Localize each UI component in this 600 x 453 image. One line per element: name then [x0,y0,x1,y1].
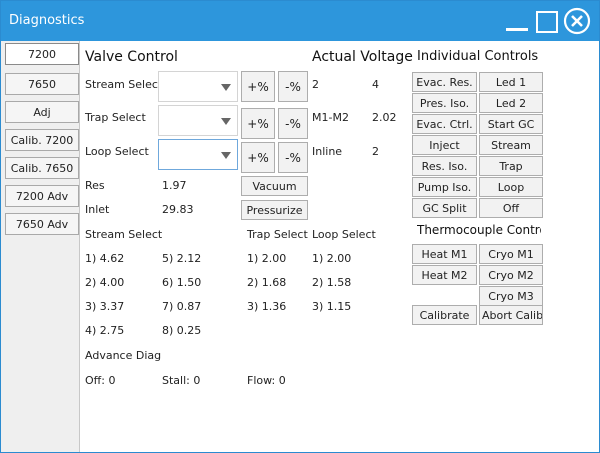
trap-select-label: Trap Select [85,111,146,124]
tab-calib-7200[interactable]: Calib. 7200 [5,129,79,151]
pump-iso-button[interactable]: Pump Iso. [412,177,477,197]
chevron-down-icon [221,118,231,125]
trap-plus-button[interactable]: +% [241,108,275,139]
stream-select-label: Stream Select [85,78,163,91]
voltage-row-value: 2.02 [372,111,397,124]
pres-iso-button[interactable]: Pres. Iso. [412,93,477,113]
loop-select-label: Loop Select [85,145,149,158]
inject-button[interactable]: Inject [412,135,477,155]
stream-value: 5) 2.12 [162,252,202,265]
led-2-button[interactable]: Led 2 [479,93,543,113]
diag-stall-value: Stall: 0 [162,374,201,387]
loop-value: 3) 1.15 [312,300,352,313]
stream-value: 4) 2.75 [85,324,125,337]
stream-select-heading: Stream Select [85,228,163,241]
loop-select-dropdown[interactable] [158,139,238,170]
off-button[interactable]: Off [479,198,543,218]
stream-value: 3) 3.37 [85,300,125,313]
trap-value: 3) 1.36 [247,300,287,313]
tab-7200-adv[interactable]: 7200 Adv [5,185,79,207]
start-gc-button[interactable]: Start GC [479,114,543,134]
res-value: 1.97 [162,179,187,192]
voltage-row-value: 2 [372,145,379,158]
stream-button[interactable]: Stream [479,135,543,155]
tab-7200[interactable]: 7200 [5,43,79,65]
maximize-icon[interactable] [535,7,558,35]
loop-button[interactable]: Loop [479,177,543,197]
stream-value: 2) 4.00 [85,276,125,289]
loop-value: 1) 2.00 [312,252,352,265]
calibrate-button[interactable]: Calibrate [412,305,477,325]
tab-7650-adv[interactable]: 7650 Adv [5,213,79,235]
cryo-m1-button[interactable]: Cryo M1 [479,244,543,264]
loop-plus-button[interactable]: +% [241,142,275,173]
inlet-value: 29.83 [162,203,194,216]
stream-value: 1) 4.62 [85,252,125,265]
heat-m1-button[interactable]: Heat M1 [412,244,477,264]
trap-minus-button[interactable]: -% [278,108,308,139]
heat-m2-button[interactable]: Heat M2 [412,265,477,285]
stream-value: 6) 1.50 [162,276,202,289]
loop-value: 2) 1.58 [312,276,352,289]
cryo-m3-button[interactable]: Cryo M3 [479,286,543,306]
trap-button[interactable]: Trap [479,156,543,176]
voltage-row-label: M1-M2 [312,111,349,124]
tab-adj[interactable]: Adj [5,101,79,123]
close-icon[interactable] [563,7,591,35]
pressurize-button[interactable]: Pressurize [241,200,308,220]
voltage-row-label: 2 [312,78,319,91]
chevron-down-icon [221,84,231,91]
diagnostics-window: Diagnostics 7200 7650 Adj Calib. 7200 Ca… [0,0,600,453]
evac-res-button[interactable]: Evac. Res. [412,72,477,92]
tab-7650[interactable]: 7650 [5,73,79,95]
thermocouple-control-heading: Thermocouple Control [417,223,541,237]
diag-off-value: Off: 0 [85,374,116,387]
advance-diag-heading: Advance Diag [85,349,162,362]
window-title: Diagnostics [9,13,85,28]
stream-value: 8) 0.25 [162,324,202,337]
abort-calibrate-button[interactable]: Abort Calibrate [479,305,543,325]
valve-control-heading: Valve Control [85,49,178,65]
tab-calib-7650[interactable]: Calib. 7650 [5,157,79,179]
gc-split-button[interactable]: GC Split [412,198,477,218]
res-label: Res [85,179,105,192]
res-iso-button[interactable]: Res. Iso. [412,156,477,176]
inlet-label: Inlet [85,203,110,216]
loop-select-heading: Loop Select [312,228,376,241]
cryo-m2-button[interactable]: Cryo M2 [479,265,543,285]
trap-value: 2) 1.68 [247,276,287,289]
minimize-icon[interactable] [506,7,528,35]
trap-select-heading: Trap Select [247,228,308,241]
vacuum-button[interactable]: Vacuum [241,176,308,196]
title-bar: Diagnostics [1,1,599,41]
individual-controls-heading: Individual Controls [417,49,539,64]
sidebar: 7200 7650 Adj Calib. 7200 Calib. 7650 72… [1,41,80,452]
actual-voltage-heading: Actual Voltage [312,49,413,65]
voltage-row-label: Inline [312,145,343,158]
stream-minus-button[interactable]: -% [278,71,308,102]
voltage-row-value: 4 [372,78,379,91]
chevron-down-icon [221,152,231,159]
trap-value: 1) 2.00 [247,252,287,265]
stream-select-dropdown[interactable] [158,71,238,102]
diag-flow-value: Flow: 0 [247,374,286,387]
led-1-button[interactable]: Led 1 [479,72,543,92]
evac-ctrl-button[interactable]: Evac. Ctrl. [412,114,477,134]
loop-minus-button[interactable]: -% [278,142,308,173]
trap-select-dropdown[interactable] [158,105,238,136]
stream-value: 7) 0.87 [162,300,202,313]
stream-plus-button[interactable]: +% [241,71,275,102]
